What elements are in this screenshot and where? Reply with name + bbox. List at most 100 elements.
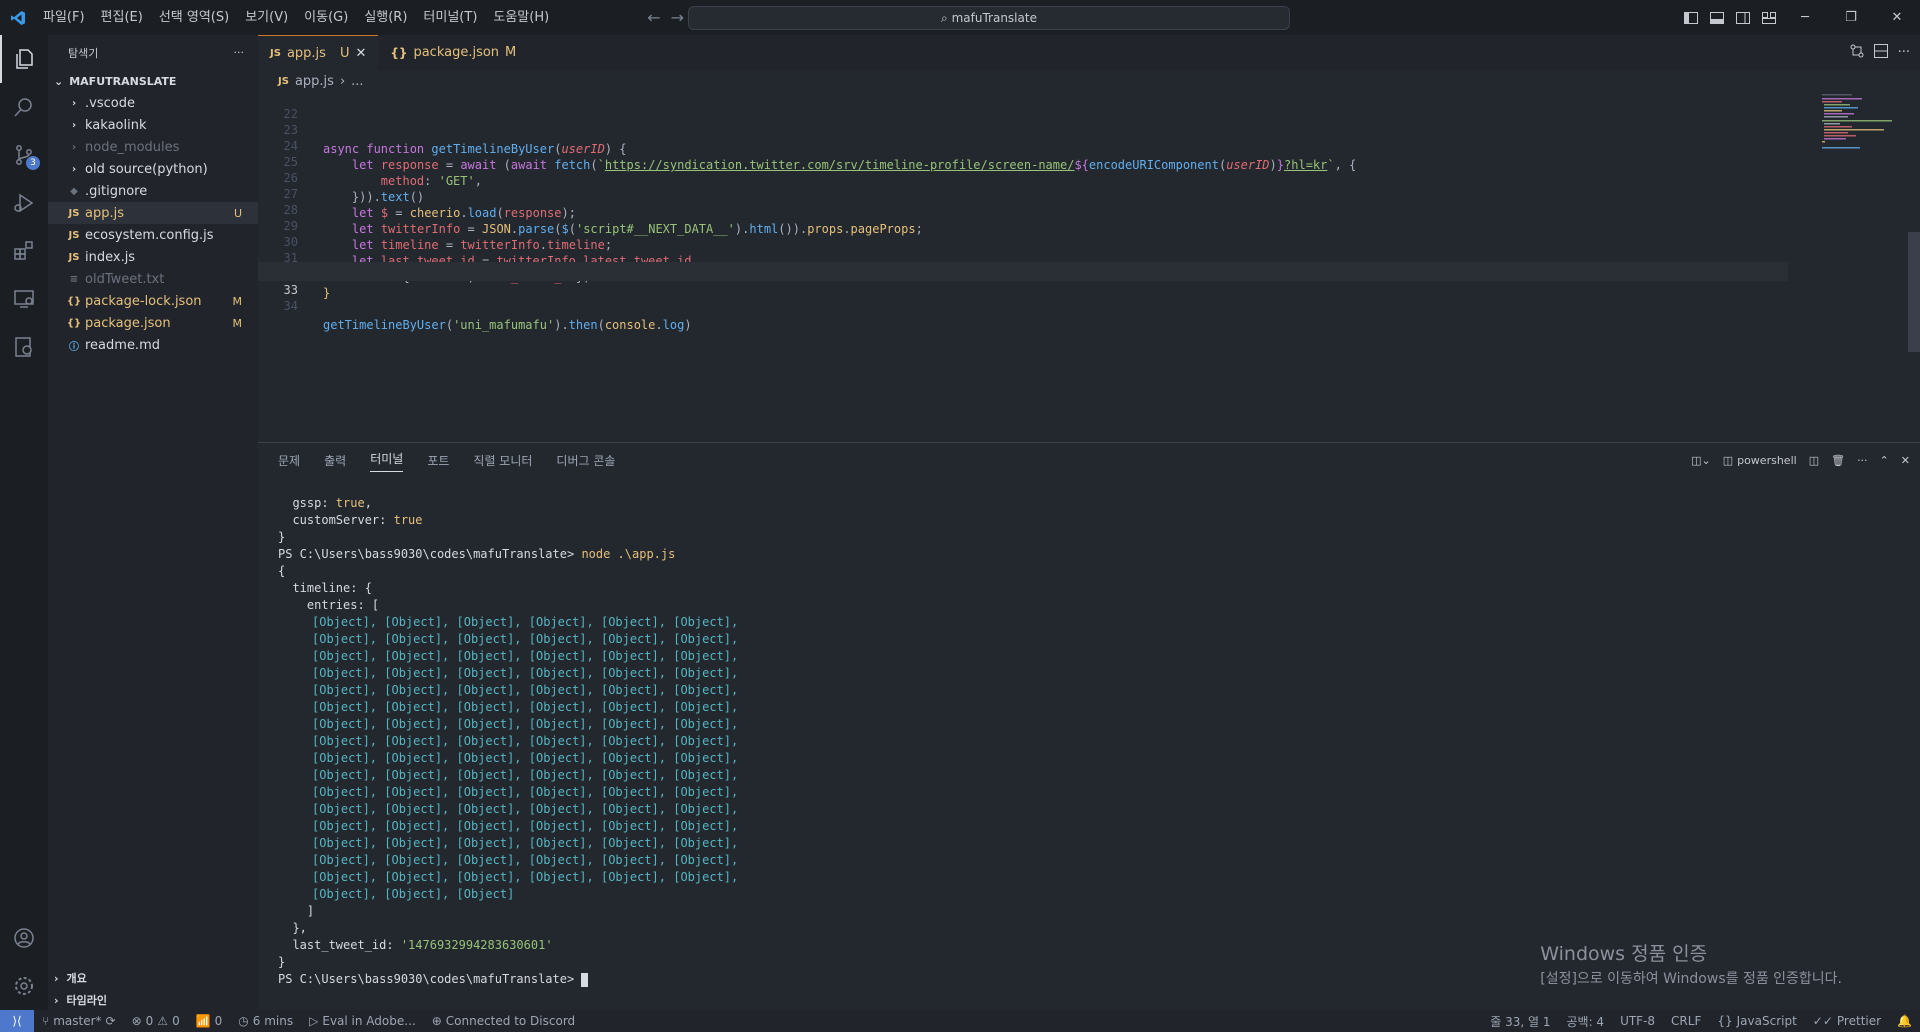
tab-debug-console[interactable]: 디버그 콘솔 <box>556 452 615 469</box>
workspace-section[interactable]: ⌄ MAFUTRANSLATE <box>48 70 258 92</box>
js-file-icon: JS <box>270 47 281 59</box>
forward-arrow-icon[interactable]: → <box>671 8 684 27</box>
menu-edit[interactable]: 편집(E) <box>93 0 151 35</box>
back-arrow-icon[interactable]: ← <box>647 8 660 27</box>
problems-item[interactable]: ⊗ 0 ⚠ 0 <box>124 1014 188 1028</box>
language-mode[interactable]: {} JavaScript <box>1709 1014 1804 1028</box>
run-debug-icon[interactable] <box>0 179 48 227</box>
object-row: [Object], [Object], [Object], [Object], … <box>312 870 739 884</box>
timeline-section[interactable]: › 타임라인 <box>48 989 258 1011</box>
tab-status: M <box>505 45 517 60</box>
editor-scrollbar[interactable] <box>1908 232 1920 352</box>
js-file-icon: JS <box>68 207 80 219</box>
terminal-line: } <box>278 955 286 969</box>
code-editor[interactable]: 22 23 async function getTimelineByUser(u… <box>258 92 1920 442</box>
editor-actions: ··· <box>1850 35 1920 70</box>
tab-serial-monitor[interactable]: 직렬 모니터 <box>473 452 532 469</box>
tree-folder-node-modules[interactable]: › node_modules <box>48 136 258 158</box>
tree-file-app-js[interactable]: JS app.js U <box>48 202 258 224</box>
menu-view[interactable]: 보기(V) <box>237 0 296 35</box>
tree-file-index-js[interactable]: JS index.js <box>48 246 258 268</box>
tab-problems[interactable]: 문제 <box>278 452 300 469</box>
tree-file-readme[interactable]: ⓘ readme.md <box>48 334 258 356</box>
close-panel-icon[interactable]: ✕ <box>1901 454 1910 467</box>
cursor-position[interactable]: 줄 33, 열 1 <box>1482 1013 1558 1030</box>
chevron-right-icon: › <box>339 73 346 89</box>
encoding[interactable]: UTF-8 <box>1612 1014 1663 1028</box>
eval-item[interactable]: ▷ Eval in Adobe... <box>301 1014 424 1028</box>
outline-section[interactable]: › 개요 <box>48 967 258 989</box>
tree-folder-old-source[interactable]: › old source(python) <box>48 158 258 180</box>
more-actions-icon[interactable]: ··· <box>1898 45 1910 60</box>
end-of-line[interactable]: CRLF <box>1663 1014 1709 1028</box>
accounts-icon[interactable] <box>0 914 48 962</box>
tab-terminal[interactable]: 터미널 <box>370 450 404 472</box>
shell-label[interactable]: powershell <box>1737 454 1797 467</box>
toggle-panel-icon[interactable] <box>1704 0 1730 35</box>
toggle-sidebar-icon[interactable] <box>1678 0 1704 35</box>
menu-help[interactable]: 도움말(H) <box>485 0 557 35</box>
close-tab-icon[interactable]: ✕ <box>355 46 366 61</box>
split-terminal-icon[interactable]: ◫ <box>1809 454 1819 467</box>
split-editor-icon[interactable] <box>1873 43 1888 62</box>
minimize-icon[interactable]: ─ <box>1782 0 1828 35</box>
tab-ports[interactable]: 포트 <box>427 452 449 469</box>
menu-file[interactable]: 파일(F) <box>35 0 93 35</box>
branch-label: master* <box>53 1014 102 1028</box>
menu-selection[interactable]: 선택 영역(S) <box>151 0 237 35</box>
prettier-item[interactable]: ✓✓ Prettier <box>1805 1014 1889 1028</box>
extensions-icon[interactable] <box>0 227 48 275</box>
ports-item[interactable]: 📶 0 <box>188 1014 231 1028</box>
notifications-bell-icon[interactable]: 🔔 <box>1889 1014 1920 1028</box>
tree-file-ecosystem[interactable]: JS ecosystem.config.js <box>48 224 258 246</box>
tree-file-gitignore[interactable]: ◆ .gitignore <box>48 180 258 202</box>
menu-go[interactable]: 이동(G) <box>296 0 356 35</box>
command-center-search[interactable]: ⌕ mafuTranslate <box>688 6 1290 30</box>
menu-terminal[interactable]: 터미널(T) <box>415 0 485 35</box>
new-terminal-dropdown-icon[interactable]: ◫⌄ <box>1691 454 1711 467</box>
settings-gear-icon[interactable] <box>0 962 48 1010</box>
tree-file-package-json[interactable]: {} package.json M <box>48 312 258 334</box>
source-control-icon[interactable]: 3 <box>0 131 48 179</box>
breadcrumb-file[interactable]: app.js <box>295 74 334 89</box>
outline-title: 개요 <box>66 972 87 985</box>
object-row: [Object], [Object], [Object], [Object], … <box>312 717 739 731</box>
tree-label: .vscode <box>85 95 135 111</box>
explorer-icon[interactable] <box>0 35 48 83</box>
tab-status: U <box>339 45 350 61</box>
chevron-down-icon: ⌄ <box>54 74 64 88</box>
close-window-icon[interactable]: ✕ <box>1874 0 1920 35</box>
arduino-icon[interactable] <box>0 323 48 371</box>
menu-run[interactable]: 실행(R) <box>356 0 415 35</box>
breadcrumb-rest[interactable]: ... <box>351 74 363 89</box>
indentation[interactable]: 공백: 4 <box>1558 1013 1612 1030</box>
customize-layout-icon[interactable] <box>1756 0 1782 35</box>
more-actions-icon[interactable]: ··· <box>1857 454 1868 467</box>
tree-folder-vscode[interactable]: › .vscode <box>48 92 258 114</box>
branch-item[interactable]: ⑂ master* ⟳ <box>34 1014 124 1028</box>
language-label: JavaScript <box>1736 1014 1797 1028</box>
tree-folder-kakaolink[interactable]: › kakaolink <box>48 114 258 136</box>
trash-icon[interactable]: 🗑 <box>1831 454 1845 467</box>
maximize-panel-icon[interactable]: ⌃ <box>1880 454 1889 467</box>
chevron-right-icon: › <box>71 163 77 175</box>
terminal-line: gssp: true, <box>278 496 372 510</box>
toggle-secondary-sidebar-icon[interactable] <box>1730 0 1756 35</box>
terminal-output[interactable]: gssp: true, customServer: true} PS C:\Use… <box>278 495 738 988</box>
remote-indicator-icon[interactable]: ⟩⟨ <box>0 1010 34 1032</box>
breadcrumb: JS app.js › ... <box>258 70 1920 92</box>
restore-icon[interactable]: ❐ <box>1828 0 1874 35</box>
tab-app-js[interactable]: JS app.js U ✕ <box>258 35 379 70</box>
discord-item[interactable]: ⊕ Connected to Discord <box>424 1014 583 1028</box>
open-changes-icon[interactable] <box>1850 44 1864 62</box>
minimap[interactable] <box>1818 92 1908 172</box>
sync-icon[interactable]: ⟳ <box>106 1014 116 1028</box>
tab-package-json[interactable]: {} package.json M <box>378 35 528 70</box>
more-actions-icon[interactable]: ··· <box>234 46 245 59</box>
remote-explorer-icon[interactable] <box>0 275 48 323</box>
wakatime-item[interactable]: ◷ 6 mins <box>230 1014 301 1028</box>
search-view-icon[interactable] <box>0 83 48 131</box>
tree-file-oldtweet[interactable]: ≡ oldTweet.txt <box>48 268 258 290</box>
tree-file-package-lock[interactable]: {} package-lock.json M <box>48 290 258 312</box>
tab-output[interactable]: 출력 <box>324 452 346 469</box>
